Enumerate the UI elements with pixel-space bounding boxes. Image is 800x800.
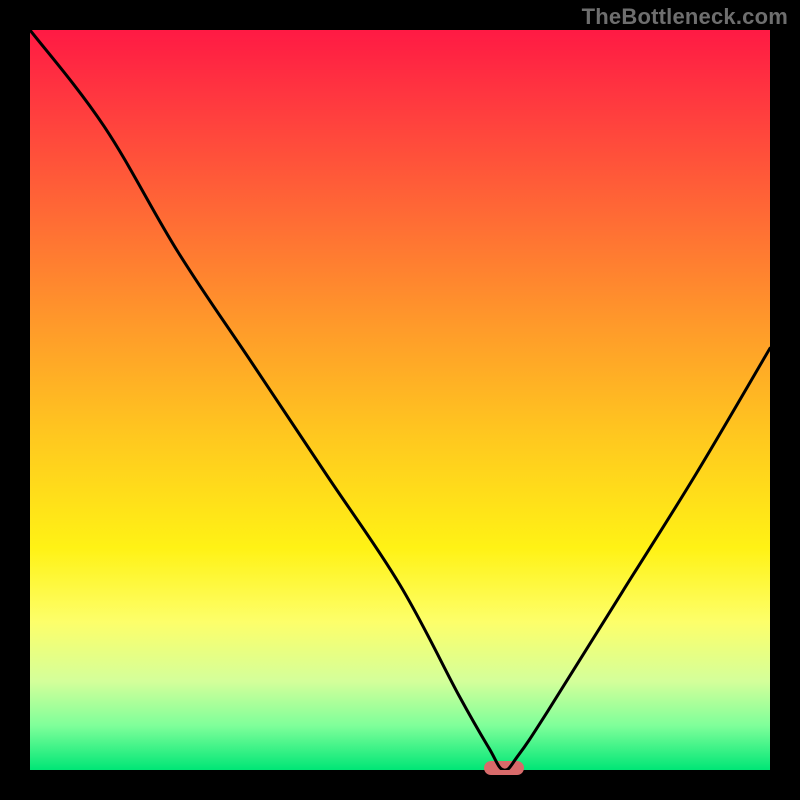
chart-container: TheBottleneck.com — [0, 0, 800, 800]
attribution-label: TheBottleneck.com — [582, 4, 788, 30]
plot-area — [30, 30, 770, 770]
line-plot-svg — [30, 30, 770, 770]
bottleneck-curve — [30, 30, 770, 770]
